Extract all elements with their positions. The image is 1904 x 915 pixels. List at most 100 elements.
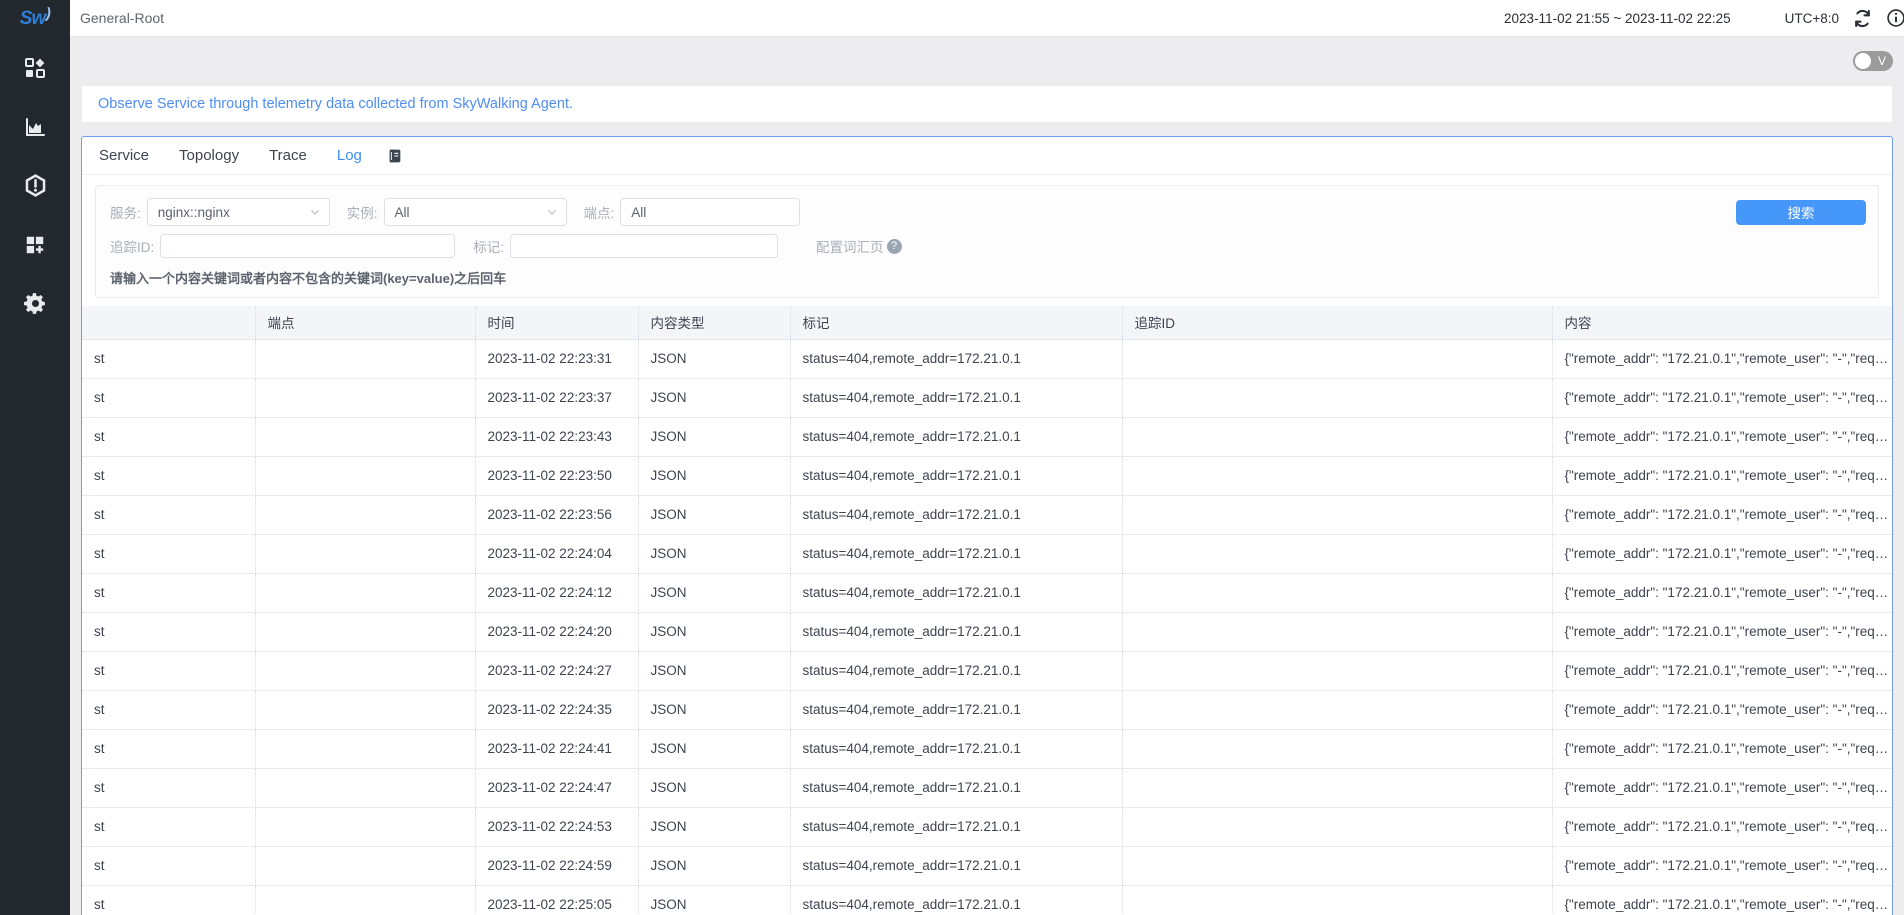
cell-tags[interactable]: status=404,remote_addr=172.21.0.1 bbox=[790, 846, 1122, 885]
cell-endpoint[interactable] bbox=[255, 573, 475, 612]
cell-time[interactable]: 2023-11-02 22:23:43 bbox=[475, 417, 638, 456]
cell-tags[interactable]: status=404,remote_addr=172.21.0.1 bbox=[790, 495, 1122, 534]
cell-content[interactable]: {"remote_addr": "172.21.0.1","remote_use… bbox=[1552, 690, 1892, 729]
cell-tags[interactable]: status=404,remote_addr=172.21.0.1 bbox=[790, 456, 1122, 495]
cell-endpoint[interactable] bbox=[255, 729, 475, 768]
cell-endpoint[interactable] bbox=[255, 768, 475, 807]
service-select[interactable]: nginx::nginx bbox=[147, 198, 330, 226]
cell-time[interactable]: 2023-11-02 22:23:50 bbox=[475, 456, 638, 495]
table-row[interactable]: st 2023-11-02 22:25:05 JSON status=404,r… bbox=[82, 885, 1892, 915]
table-row[interactable]: st 2023-11-02 22:23:50 JSON status=404,r… bbox=[82, 456, 1892, 495]
endpoint-input[interactable] bbox=[620, 198, 800, 226]
cell-time[interactable]: 2023-11-02 22:24:12 bbox=[475, 573, 638, 612]
cell-content-type[interactable]: JSON bbox=[638, 378, 790, 417]
cell-service[interactable]: st bbox=[82, 729, 255, 768]
table-row[interactable]: st 2023-11-02 22:24:53 JSON status=404,r… bbox=[82, 807, 1892, 846]
cell-service[interactable]: st bbox=[82, 339, 255, 378]
cell-service[interactable]: st bbox=[82, 885, 255, 915]
banner-link[interactable]: Observe Service through telemetry data c… bbox=[98, 96, 573, 112]
cell-service[interactable]: st bbox=[82, 612, 255, 651]
cell-time[interactable]: 2023-11-02 22:23:37 bbox=[475, 378, 638, 417]
cell-time[interactable]: 2023-11-02 22:24:59 bbox=[475, 846, 638, 885]
cell-content-type[interactable]: JSON bbox=[638, 495, 790, 534]
cell-endpoint[interactable] bbox=[255, 417, 475, 456]
cell-time[interactable]: 2023-11-02 22:24:41 bbox=[475, 729, 638, 768]
cell-tags[interactable]: status=404,remote_addr=172.21.0.1 bbox=[790, 573, 1122, 612]
cell-service[interactable]: st bbox=[82, 690, 255, 729]
cell-endpoint[interactable] bbox=[255, 339, 475, 378]
cell-content-type[interactable]: JSON bbox=[638, 651, 790, 690]
cell-time[interactable]: 2023-11-02 22:24:04 bbox=[475, 534, 638, 573]
cell-trace-id[interactable] bbox=[1122, 846, 1552, 885]
cell-content[interactable]: {"remote_addr": "172.21.0.1","remote_use… bbox=[1552, 729, 1892, 768]
sidebar-item-settings[interactable] bbox=[18, 291, 52, 321]
cell-trace-id[interactable] bbox=[1122, 651, 1552, 690]
cell-endpoint[interactable] bbox=[255, 495, 475, 534]
sidebar-item-alerting[interactable] bbox=[18, 173, 52, 203]
table-row[interactable]: st 2023-11-02 22:24:20 JSON status=404,r… bbox=[82, 612, 1892, 651]
cell-content[interactable]: {"remote_addr": "172.21.0.1","remote_use… bbox=[1552, 495, 1892, 534]
time-range[interactable]: 2023-11-02 21:55 ~ 2023-11-02 22:25 bbox=[1504, 11, 1731, 26]
cell-content[interactable]: {"remote_addr": "172.21.0.1","remote_use… bbox=[1552, 339, 1892, 378]
cell-time[interactable]: 2023-11-02 22:24:35 bbox=[475, 690, 638, 729]
cell-service[interactable]: st bbox=[82, 534, 255, 573]
cell-trace-id[interactable] bbox=[1122, 339, 1552, 378]
cell-service[interactable]: st bbox=[82, 417, 255, 456]
search-button[interactable]: 搜索 bbox=[1736, 200, 1866, 225]
edit-tabs-icon[interactable] bbox=[387, 148, 403, 164]
cell-content-type[interactable]: JSON bbox=[638, 885, 790, 915]
cell-trace-id[interactable] bbox=[1122, 885, 1552, 915]
cell-time[interactable]: 2023-11-02 22:24:47 bbox=[475, 768, 638, 807]
cell-content-type[interactable]: JSON bbox=[638, 846, 790, 885]
info-icon[interactable] bbox=[1886, 8, 1904, 28]
cell-content-type[interactable]: JSON bbox=[638, 768, 790, 807]
refresh-icon[interactable] bbox=[1853, 9, 1872, 28]
cell-tags[interactable]: status=404,remote_addr=172.21.0.1 bbox=[790, 612, 1122, 651]
table-row[interactable]: st 2023-11-02 22:23:31 JSON status=404,r… bbox=[82, 339, 1892, 378]
cell-trace-id[interactable] bbox=[1122, 417, 1552, 456]
cell-tags[interactable]: status=404,remote_addr=172.21.0.1 bbox=[790, 807, 1122, 846]
cell-endpoint[interactable] bbox=[255, 378, 475, 417]
timezone-label[interactable]: UTC+8:0 bbox=[1785, 11, 1839, 26]
cell-service[interactable]: st bbox=[82, 807, 255, 846]
tags-input[interactable] bbox=[510, 234, 778, 258]
cell-time[interactable]: 2023-11-02 22:24:20 bbox=[475, 612, 638, 651]
cell-service[interactable]: st bbox=[82, 378, 255, 417]
cell-endpoint[interactable] bbox=[255, 885, 475, 915]
table-row[interactable]: st 2023-11-02 22:24:47 JSON status=404,r… bbox=[82, 768, 1892, 807]
cell-endpoint[interactable] bbox=[255, 612, 475, 651]
tab-service[interactable]: Service bbox=[99, 147, 149, 164]
cell-content-type[interactable]: JSON bbox=[638, 807, 790, 846]
cell-content-type[interactable]: JSON bbox=[638, 339, 790, 378]
cell-service[interactable]: st bbox=[82, 456, 255, 495]
cell-service[interactable]: st bbox=[82, 495, 255, 534]
cell-endpoint[interactable] bbox=[255, 690, 475, 729]
cell-tags[interactable]: status=404,remote_addr=172.21.0.1 bbox=[790, 651, 1122, 690]
table-row[interactable]: st 2023-11-02 22:23:37 JSON status=404,r… bbox=[82, 378, 1892, 417]
cell-trace-id[interactable] bbox=[1122, 729, 1552, 768]
cell-trace-id[interactable] bbox=[1122, 456, 1552, 495]
cell-content-type[interactable]: JSON bbox=[638, 456, 790, 495]
table-row[interactable]: st 2023-11-02 22:24:59 JSON status=404,r… bbox=[82, 846, 1892, 885]
cell-time[interactable]: 2023-11-02 22:23:31 bbox=[475, 339, 638, 378]
cell-content-type[interactable]: JSON bbox=[638, 417, 790, 456]
table-row[interactable]: st 2023-11-02 22:24:41 JSON status=404,r… bbox=[82, 729, 1892, 768]
config-vocabulary-link[interactable]: 配置词汇页 ? bbox=[816, 236, 902, 256]
cell-trace-id[interactable] bbox=[1122, 612, 1552, 651]
cell-tags[interactable]: status=404,remote_addr=172.21.0.1 bbox=[790, 378, 1122, 417]
cell-trace-id[interactable] bbox=[1122, 534, 1552, 573]
cell-endpoint[interactable] bbox=[255, 456, 475, 495]
cell-service[interactable]: st bbox=[82, 768, 255, 807]
cell-tags[interactable]: status=404,remote_addr=172.21.0.1 bbox=[790, 534, 1122, 573]
cell-endpoint[interactable] bbox=[255, 651, 475, 690]
cell-endpoint[interactable] bbox=[255, 807, 475, 846]
cell-trace-id[interactable] bbox=[1122, 807, 1552, 846]
cell-tags[interactable]: status=404,remote_addr=172.21.0.1 bbox=[790, 885, 1122, 915]
cell-tags[interactable]: status=404,remote_addr=172.21.0.1 bbox=[790, 339, 1122, 378]
table-row[interactable]: st 2023-11-02 22:24:27 JSON status=404,r… bbox=[82, 651, 1892, 690]
cell-content[interactable]: {"remote_addr": "172.21.0.1","remote_use… bbox=[1552, 885, 1892, 915]
table-row[interactable]: st 2023-11-02 22:24:35 JSON status=404,r… bbox=[82, 690, 1892, 729]
cell-service[interactable]: st bbox=[82, 846, 255, 885]
cell-content[interactable]: {"remote_addr": "172.21.0.1","remote_use… bbox=[1552, 651, 1892, 690]
cell-tags[interactable]: status=404,remote_addr=172.21.0.1 bbox=[790, 690, 1122, 729]
